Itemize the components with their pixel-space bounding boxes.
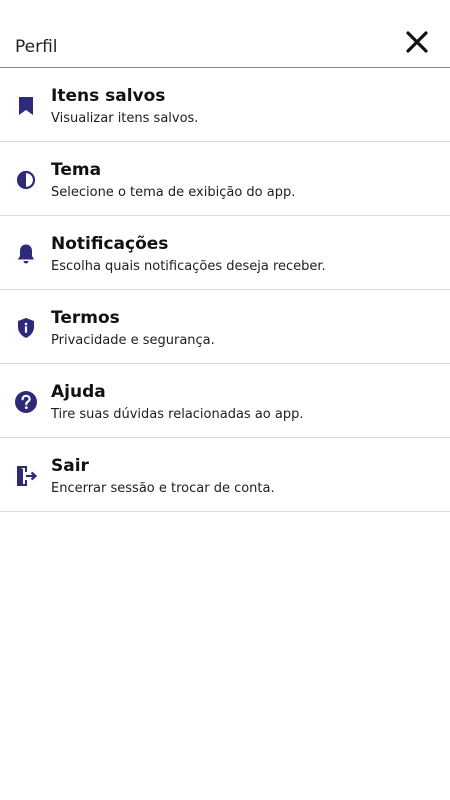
menu-item-title: Notificações (51, 234, 169, 254)
close-icon (406, 31, 428, 53)
close-button[interactable] (404, 29, 430, 55)
menu-item-terms[interactable]: Termos Privacidade e segurança. (0, 290, 450, 364)
menu-item-subtitle: Selecione o tema de exibição do app. (51, 185, 296, 200)
menu-item-theme[interactable]: Tema Selecione o tema de exibição do app… (0, 142, 450, 216)
menu-item-subtitle: Encerrar sessão e trocar de conta. (51, 481, 275, 496)
menu-item-logout[interactable]: Sair Encerrar sessão e trocar de conta. (0, 438, 450, 512)
menu-item-help[interactable]: Ajuda Tire suas dúvidas relacionadas ao … (0, 364, 450, 438)
menu-item-subtitle: Privacidade e segurança. (51, 333, 215, 348)
menu-item-title: Tema (51, 160, 102, 180)
menu-item-subtitle: Escolha quais notificações deseja recebe… (51, 259, 326, 274)
profile-menu: Itens salvos Visualizar itens salvos. Te… (0, 68, 450, 512)
menu-item-title: Sair (51, 456, 89, 476)
shield-info-icon (14, 316, 38, 340)
help-icon (14, 390, 38, 414)
theme-icon (14, 168, 38, 192)
page-title: Perfil (15, 37, 58, 57)
menu-item-notifications[interactable]: Notificações Escolha quais notificações … (0, 216, 450, 290)
menu-item-title: Itens salvos (51, 86, 166, 106)
menu-item-subtitle: Tire suas dúvidas relacionadas ao app. (51, 407, 304, 422)
bell-icon (14, 242, 38, 266)
bookmark-icon (14, 94, 38, 118)
menu-item-title: Ajuda (51, 382, 106, 402)
menu-item-saved[interactable]: Itens salvos Visualizar itens salvos. (0, 68, 450, 142)
menu-item-title: Termos (51, 308, 120, 328)
app-header: Perfil (0, 0, 450, 68)
menu-item-subtitle: Visualizar itens salvos. (51, 111, 199, 126)
logout-icon (14, 464, 38, 488)
